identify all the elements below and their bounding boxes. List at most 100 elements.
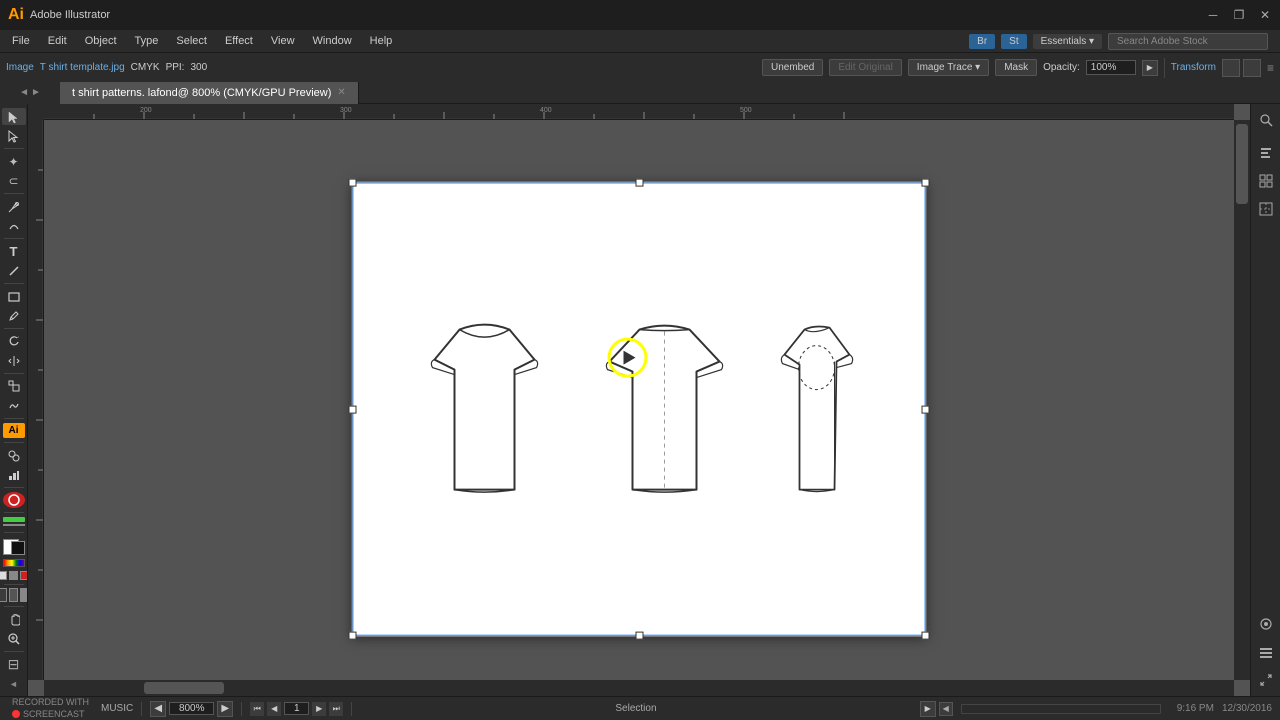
collapse-btn[interactable]: ◀ [939, 702, 953, 716]
symbol-btn2[interactable] [9, 588, 18, 602]
prop-panel-toggle[interactable]: ≡ [1267, 61, 1274, 75]
scrollbar-thumb-v[interactable] [1236, 124, 1248, 204]
handle-tl[interactable] [349, 179, 357, 187]
align-right-btn[interactable] [1254, 141, 1278, 165]
zoom-tool[interactable] [2, 630, 26, 647]
align-btn[interactable] [1222, 59, 1240, 77]
play-controls: ▶ ◀ [920, 701, 953, 717]
warp-tool[interactable] [2, 397, 26, 414]
handle-tc[interactable] [635, 179, 643, 187]
search-stock-input[interactable]: Search Adobe Stock [1108, 33, 1268, 50]
eyedropper-right-btn[interactable] [1254, 612, 1278, 636]
svg-text:400: 400 [540, 107, 552, 114]
menu-view[interactable]: View [263, 33, 303, 49]
collapse-left-btn[interactable]: ◄ [2, 675, 26, 692]
color-gradient[interactable] [3, 559, 25, 567]
handle-mr[interactable] [922, 405, 930, 413]
menu-select[interactable]: Select [168, 33, 215, 49]
pencil-tool[interactable] [2, 307, 26, 324]
transport-next[interactable]: ▶ [312, 702, 326, 716]
left-toolbar: ✦ ⊂ T [0, 104, 28, 696]
bridge-btn[interactable]: Br [969, 34, 995, 49]
handle-bc[interactable] [635, 632, 643, 640]
type-tool[interactable]: T [2, 243, 26, 260]
handle-tr[interactable] [922, 179, 930, 187]
titlebar-controls[interactable]: ─ ❐ ✕ [1206, 8, 1272, 22]
transport-start[interactable]: ⏮ [250, 702, 264, 716]
symbol-btn3[interactable] [20, 588, 28, 602]
edit-original-button[interactable]: Edit Original [829, 59, 901, 76]
menu-file[interactable]: File [4, 33, 38, 49]
transport-prev[interactable]: ◀ [267, 702, 281, 716]
direct-selection-tool[interactable] [2, 127, 26, 144]
zoom-btn-prev[interactable]: ◀ [150, 701, 166, 717]
artboard-number-input[interactable] [284, 702, 309, 715]
restore-button[interactable]: ❐ [1232, 8, 1246, 22]
curvature-tool[interactable] [2, 217, 26, 234]
mask-button[interactable]: Mask [995, 59, 1037, 76]
graph-tool[interactable] [2, 466, 26, 483]
close-button[interactable]: ✕ [1258, 8, 1272, 22]
slider-indicator[interactable] [3, 524, 25, 526]
artboard-tool[interactable] [3, 492, 25, 508]
shape-builder-tool[interactable] [2, 447, 26, 464]
handle-ml[interactable] [349, 405, 357, 413]
tab-close-btn[interactable]: ✕ [337, 87, 345, 98]
menu-window[interactable]: Window [305, 33, 360, 49]
title-bar: Ai Adobe Illustrator ─ ❐ ✕ [0, 0, 1280, 30]
search-right-btn[interactable] [1254, 108, 1278, 132]
menu-edit[interactable]: Edit [40, 33, 75, 49]
line-tool[interactable] [2, 262, 26, 279]
minimize-button[interactable]: ─ [1206, 8, 1220, 22]
tool-sep-1 [4, 148, 24, 149]
background-color[interactable] [11, 541, 25, 555]
opacity-label: Opacity: [1043, 62, 1080, 73]
play-btn[interactable]: ▶ [920, 701, 936, 717]
color-mode-red[interactable] [20, 571, 28, 580]
transform-label[interactable]: Transform [1171, 62, 1216, 73]
scale-tool[interactable] [2, 378, 26, 395]
image-label[interactable]: Image [6, 62, 34, 73]
canvas-scrollbar-vertical[interactable] [1234, 120, 1250, 680]
zoom-btn-next[interactable]: ▶ [217, 701, 233, 717]
menu-effect[interactable]: Effect [217, 33, 261, 49]
transport-end[interactable]: ⏭ [329, 702, 343, 716]
pen-tool[interactable] [2, 198, 26, 215]
handle-bl[interactable] [349, 632, 357, 640]
panel-arrow[interactable]: ◄ [19, 87, 29, 98]
color-mode-btns [0, 571, 28, 580]
menu-type[interactable]: Type [127, 33, 167, 49]
rect-tool[interactable] [2, 288, 26, 305]
reflect-tool[interactable] [2, 352, 26, 369]
resize-right-btn[interactable] [1254, 668, 1278, 692]
panel-arrow2[interactable]: ► [31, 87, 41, 98]
color-mode-white[interactable] [0, 571, 7, 580]
tool-options-btn[interactable]: ⊟ [8, 656, 20, 673]
scrollbar-thumb-h[interactable] [144, 682, 224, 694]
grid-right-btn[interactable] [1254, 169, 1278, 193]
handle-br[interactable] [922, 632, 930, 640]
rotate-tool[interactable] [2, 333, 26, 350]
zoom-input[interactable] [169, 702, 214, 715]
selection-tool[interactable] [2, 108, 26, 125]
transform-right-btn[interactable] [1254, 197, 1278, 221]
symbol-btn1[interactable] [0, 588, 7, 602]
unembed-button[interactable]: Unembed [762, 59, 823, 76]
tool-sep-5 [4, 328, 24, 329]
menu-help[interactable]: Help [362, 33, 401, 49]
tshirt-back [584, 309, 744, 509]
workspace-btn[interactable]: Essentials ▾ [1033, 34, 1102, 49]
lasso-tool[interactable]: ⊂ [2, 172, 26, 189]
opacity-more-btn[interactable]: ▶ [1142, 60, 1158, 76]
layers-right-btn[interactable] [1254, 640, 1278, 664]
hand-tool[interactable] [2, 611, 26, 628]
document-tab[interactable]: t shirt patterns. lafond@ 800% (CMYK/GPU… [60, 82, 359, 104]
opacity-input[interactable] [1086, 60, 1136, 75]
magic-wand-tool[interactable]: ✦ [2, 153, 26, 170]
image-trace-button[interactable]: Image Trace ▾ [908, 59, 989, 76]
stock-btn[interactable]: St [1001, 34, 1026, 49]
color-mode-gray[interactable] [9, 571, 18, 580]
canvas-scrollbar-horizontal[interactable] [44, 680, 1234, 696]
menu-object[interactable]: Object [77, 33, 125, 49]
transform-btn[interactable] [1243, 59, 1261, 77]
